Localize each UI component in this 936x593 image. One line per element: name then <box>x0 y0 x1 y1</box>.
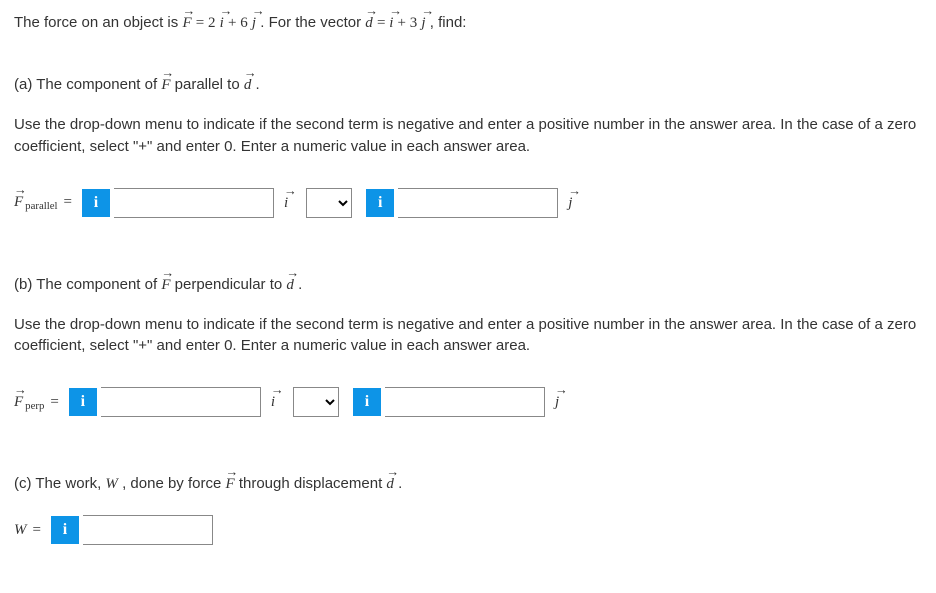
info-icon: i <box>51 516 79 544</box>
info-icon: i <box>82 189 110 217</box>
unit-i: i <box>220 15 224 32</box>
text: = <box>377 15 389 31</box>
instruction-a: Use the drop-down menu to indicate if th… <box>14 114 922 158</box>
work-value-input[interactable] <box>83 515 213 545</box>
parallel-j-coefficient-input[interactable] <box>398 188 558 218</box>
vector-F: F <box>14 195 23 210</box>
label-F-parallel: F parallel = <box>14 195 72 210</box>
text: (c) The work, <box>14 475 105 492</box>
label-W: W = <box>14 523 41 538</box>
unit-i: i <box>389 15 393 32</box>
text: (a) The component of <box>14 76 161 93</box>
parallel-sign-select[interactable] <box>306 188 352 218</box>
vector-F: F <box>225 476 234 493</box>
info-icon: i <box>366 189 394 217</box>
text: , done by force <box>122 475 225 492</box>
vector-d: d <box>365 15 373 32</box>
vector-F: F <box>161 77 170 94</box>
unit-i: i <box>284 196 288 211</box>
problem-statement: The force on an object is F = 2 i + 6 j … <box>14 14 922 32</box>
info-icon: i <box>69 388 97 416</box>
vector-d: d <box>244 77 252 94</box>
parallel-i-coefficient-input[interactable] <box>114 188 274 218</box>
equals: = <box>50 395 58 410</box>
vector-F: F <box>182 15 191 32</box>
equals: = <box>64 195 72 210</box>
text: parallel to <box>175 76 244 93</box>
info-icon: i <box>353 388 381 416</box>
vector-d: d <box>286 277 294 294</box>
text: perpendicular to <box>175 276 287 293</box>
label-F-perp: F perp = <box>14 395 59 410</box>
subscript: perp <box>25 401 44 412</box>
text: = 2 <box>196 15 216 31</box>
vector-F: F <box>161 277 170 294</box>
answer-row-parallel: F parallel = i i i j <box>14 188 922 218</box>
answer-row-perp: F perp = i i i j <box>14 387 922 417</box>
part-c-prompt: (c) The work, W , done by force F throug… <box>14 475 922 493</box>
W-symbol: W <box>105 476 118 492</box>
vector-d: d <box>386 476 394 493</box>
perp-i-coefficient-input[interactable] <box>101 387 261 417</box>
part-a-prompt: (a) The component of F parallel to d . <box>14 76 922 94</box>
answer-row-work: W = i <box>14 515 922 545</box>
W-symbol: W <box>14 523 27 538</box>
text: , find: <box>430 14 467 31</box>
vector-F: F <box>14 395 23 410</box>
unit-i: i <box>271 395 275 410</box>
subscript: parallel <box>25 201 57 212</box>
equals: = <box>33 523 41 538</box>
unit-j: j <box>568 196 572 211</box>
text: . For the vector <box>260 14 365 31</box>
perp-sign-select[interactable] <box>293 387 339 417</box>
perp-j-coefficient-input[interactable] <box>385 387 545 417</box>
unit-j: j <box>252 15 256 32</box>
part-b-prompt: (b) The component of F perpendicular to … <box>14 276 922 294</box>
unit-j: j <box>421 15 425 32</box>
text: through displacement <box>239 475 387 492</box>
unit-j: j <box>555 395 559 410</box>
instruction-b: Use the drop-down menu to indicate if th… <box>14 314 922 358</box>
text: The force on an object is <box>14 14 182 31</box>
text: (b) The component of <box>14 276 161 293</box>
